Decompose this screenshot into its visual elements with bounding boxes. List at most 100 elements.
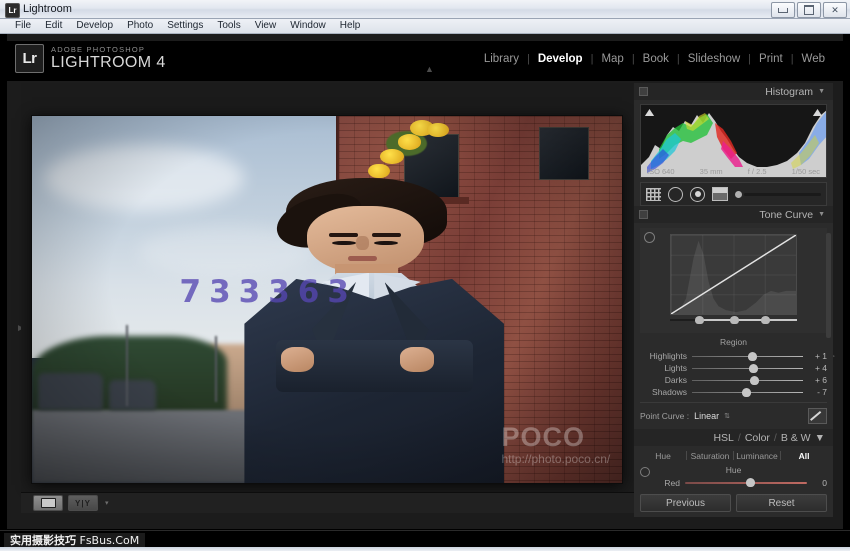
- module-slideshow[interactable]: Slideshow: [680, 53, 748, 65]
- menu-help[interactable]: Help: [333, 19, 368, 33]
- lightroom-badge-icon: Lr: [15, 44, 44, 73]
- menu-photo[interactable]: Photo: [120, 19, 160, 33]
- targeted-adjustment-icon[interactable]: [640, 467, 650, 477]
- menu-develop[interactable]: Develop: [69, 19, 120, 33]
- red-eye-correction-icon[interactable]: [690, 187, 705, 202]
- module-develop[interactable]: Develop: [530, 53, 591, 65]
- subject-mouth: [348, 256, 377, 261]
- minimize-button[interactable]: [771, 2, 795, 18]
- lightroom-workspace: Lr ADOBE PHOTOSHOP LIGHTROOM 4 Library |…: [7, 34, 843, 529]
- identity-plate[interactable]: Lr ADOBE PHOTOSHOP LIGHTROOM 4: [15, 44, 166, 73]
- spot-removal-icon[interactable]: [668, 187, 683, 202]
- app-icon: Lr: [5, 3, 20, 18]
- identity-line-product: LIGHTROOM 4: [51, 55, 166, 71]
- hsl-subtab-saturation[interactable]: Saturation: [687, 451, 733, 461]
- slider-knob[interactable]: [749, 364, 758, 373]
- menu-file[interactable]: File: [8, 19, 38, 33]
- slider-row-lights[interactable]: Lights + 4: [640, 362, 827, 374]
- slider-row-shadows[interactable]: Shadows - 7: [640, 386, 827, 398]
- hsl-subtab-luminance[interactable]: Luminance: [734, 451, 780, 461]
- slider-row-darks[interactable]: Darks + 6: [640, 374, 827, 386]
- graduated-filter-icon[interactable]: [712, 187, 728, 201]
- slider-knob[interactable]: [742, 388, 751, 397]
- edit-point-curve-icon[interactable]: [808, 408, 827, 424]
- subject-eye: [374, 241, 397, 246]
- close-button[interactable]: ✕: [823, 2, 847, 18]
- module-library[interactable]: Library: [476, 53, 527, 65]
- module-map[interactable]: Map: [593, 53, 631, 65]
- midtone-splitter-knob[interactable]: [730, 316, 739, 324]
- menu-view[interactable]: View: [248, 19, 284, 33]
- module-print[interactable]: Print: [751, 53, 791, 65]
- hsl-panel-header[interactable]: HSL / Color / B & W ▼: [634, 429, 833, 446]
- subject-eye: [332, 241, 355, 246]
- menu-window[interactable]: Window: [283, 19, 333, 33]
- tone-curve-graph[interactable]: [640, 228, 827, 333]
- toolbar-chevron-down-icon[interactable]: ▾: [105, 499, 109, 507]
- darks-slider[interactable]: [692, 376, 803, 385]
- histogram-panel-header[interactable]: Histogram ▼: [634, 83, 833, 100]
- slider-row-highlights[interactable]: Highlights + 1: [640, 350, 827, 362]
- histogram-graph[interactable]: ISO 640 35 mm f / 2.5 1/50 sec: [640, 104, 827, 178]
- shadow-splitter-knob[interactable]: [695, 316, 704, 324]
- red-label: Red: [640, 478, 685, 488]
- hsl-subtab-all[interactable]: All: [781, 451, 827, 461]
- window-controls: ✕: [771, 2, 847, 18]
- hsl-hue-section: Hue Red 0: [640, 465, 827, 489]
- lightroom-window: Lr Lightroom ✕ File Edit Develop Photo S…: [0, 0, 850, 551]
- highlights-slider[interactable]: [692, 352, 803, 361]
- panel-switch-icon[interactable]: [639, 210, 648, 219]
- targeted-adjustment-icon[interactable]: [644, 232, 655, 243]
- photo-image[interactable]: 733363 POCO http://photo.poco.cn/: [32, 116, 622, 483]
- maximize-icon: [804, 5, 814, 15]
- loupe-view-button[interactable]: [33, 495, 63, 511]
- develop-tool-strip: [640, 182, 827, 206]
- watermark-brand: POCO: [501, 424, 610, 451]
- photo-frame[interactable]: 733363 POCO http://photo.poco.cn/: [32, 116, 622, 483]
- tone-curve-plot[interactable]: [670, 234, 797, 315]
- hsl-tab-hsl[interactable]: HSL: [713, 432, 733, 444]
- slider-row-red-hue[interactable]: Red 0: [640, 476, 827, 489]
- maximize-button[interactable]: [797, 2, 821, 18]
- module-web[interactable]: Web: [794, 53, 833, 65]
- panel-switch-icon[interactable]: [639, 87, 648, 96]
- adjustment-brush-icon[interactable]: [735, 191, 821, 198]
- slider-knob[interactable]: [748, 352, 757, 361]
- hue-section-label: Hue: [640, 465, 827, 475]
- point-curve-value[interactable]: Linear: [694, 411, 719, 421]
- slider-knob[interactable]: [750, 376, 759, 385]
- crop-overlay-icon[interactable]: [646, 188, 661, 201]
- menu-settings[interactable]: Settings: [160, 19, 210, 33]
- chevron-down-icon[interactable]: ▼: [818, 88, 825, 95]
- before-after-button[interactable]: Y|Y: [68, 495, 98, 511]
- shadows-slider[interactable]: [692, 388, 803, 397]
- right-panel-scrollbar[interactable]: [826, 233, 831, 338]
- tone-curve-panel-header[interactable]: Tone Curve ▼: [634, 206, 833, 223]
- exif-aperture: f / 2.5: [748, 167, 767, 176]
- module-book[interactable]: Book: [635, 53, 677, 65]
- photo-flower: [368, 164, 389, 179]
- subject-hand: [400, 347, 434, 371]
- hsl-subtabs: Hue Saturation Luminance All: [640, 448, 827, 463]
- chevron-down-icon[interactable]: ▼: [815, 432, 825, 444]
- menu-tools[interactable]: Tools: [210, 19, 247, 33]
- photo-lamp-post: [215, 336, 217, 402]
- slider-knob[interactable]: [746, 478, 755, 487]
- highlight-splitter-knob[interactable]: [761, 316, 770, 324]
- hsl-tab-bw[interactable]: B & W: [781, 432, 811, 444]
- red-hue-slider[interactable]: [685, 478, 807, 487]
- top-panel-toggle-icon[interactable]: ▲: [425, 65, 434, 74]
- chevron-down-icon[interactable]: ▼: [818, 211, 825, 218]
- menu-edit[interactable]: Edit: [38, 19, 69, 33]
- watermark-number: 733363: [180, 274, 357, 310]
- reset-button[interactable]: Reset: [736, 494, 827, 512]
- lights-slider[interactable]: [692, 364, 803, 373]
- point-curve-spinner-icon[interactable]: ⇅: [724, 412, 730, 420]
- hsl-tab-color[interactable]: Color: [745, 432, 770, 444]
- histogram-exif: ISO 640 35 mm f / 2.5 1/50 sec: [641, 167, 826, 176]
- subject-nose: [356, 236, 369, 250]
- previous-button[interactable]: Previous: [640, 494, 731, 512]
- close-icon: ✕: [831, 6, 839, 15]
- hsl-subtab-hue[interactable]: Hue: [640, 451, 686, 461]
- subject-eyebrow: [329, 233, 358, 236]
